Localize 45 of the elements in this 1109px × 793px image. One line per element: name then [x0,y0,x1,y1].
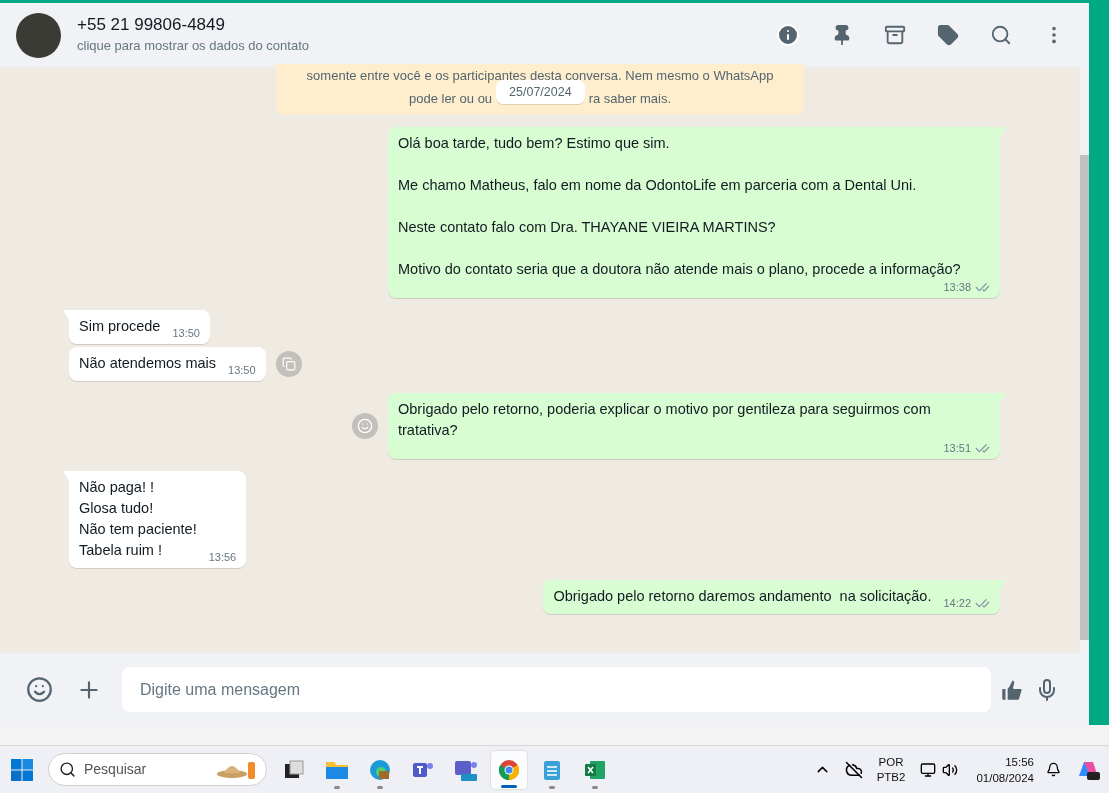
search-icon[interactable] [990,24,1012,46]
message-time: 14:22 [943,596,971,611]
message-input[interactable]: Digite uma mensagem [122,667,991,712]
taskbar-search-field[interactable]: Pesquisar [48,753,267,786]
message-time: 13:51 [943,441,971,456]
network-icon[interactable] [920,761,937,778]
message-time: 13:56 [208,550,237,565]
running-indicator [501,784,517,788]
clock-date[interactable]: 01/08/2024 [976,769,1034,786]
message-text: Não paga! ! Glosa tudo! Não tem paciente! Tabela ruim ! [79,478,197,560]
search-icon [59,761,76,778]
message-time: 13:50 [228,363,256,378]
chrome-icon [497,757,521,782]
browser-icon [368,757,392,782]
notice-text: pode ler ou ou [408,90,493,108]
contact-subtitle[interactable]: clique para mostrar os dados do contato [77,36,776,56]
contact-name[interactable]: +55 21 99806-4849 [77,14,776,36]
running-indicator [592,785,598,789]
scrollbar-thumb[interactable] [1080,155,1089,640]
notice-text: ra saber mais. [588,90,672,108]
message-text: Não atendemos mais [79,354,216,373]
keyboard-layout[interactable]: PTB2 [876,769,906,785]
cloud-off-icon[interactable] [844,760,863,779]
running-indicator [334,785,340,789]
taskbar-app[interactable] [490,749,528,790]
running-indicator [377,785,383,789]
message-text: Sim procede [79,317,161,336]
label-icon[interactable] [937,24,959,46]
date-badge: 25/07/2024 [496,80,585,104]
message-text: Olá boa tarde, tudo bem? Estimo que sim. Me chamo Matheus, falo em nome da OdontoLife em parceria com a Dental Uni. Neste contato falo com Dra. THAYANE VIEIRA MARTINS? Motivo do contato seria que a doutora não atende mais o plano, procede a informação? [398,134,961,279]
scrollbar[interactable] [1080,67,1089,653]
search-placeholder: Pesquisar [84,760,148,779]
message-text: Obrigado pelo retorno, poderia explicar o motivo por gentileza para seguirmos com tratativa? [398,400,932,440]
emoji-icon[interactable] [26,676,53,703]
message-text: Obrigado pelo retorno daremos andamento na solicitação. [553,587,932,606]
info-icon[interactable] [776,23,800,47]
windows-start-icon[interactable] [10,757,34,782]
volume-icon[interactable] [942,761,959,778]
language-indicator[interactable]: POR [878,754,904,770]
clock-time[interactable]: 15:56 [1005,753,1034,770]
avatar[interactable] [16,12,61,58]
bell-icon[interactable] [1046,762,1061,777]
running-indicator [549,785,555,789]
message-time: 13:50 [172,326,200,341]
message-time: 13:38 [943,280,971,295]
